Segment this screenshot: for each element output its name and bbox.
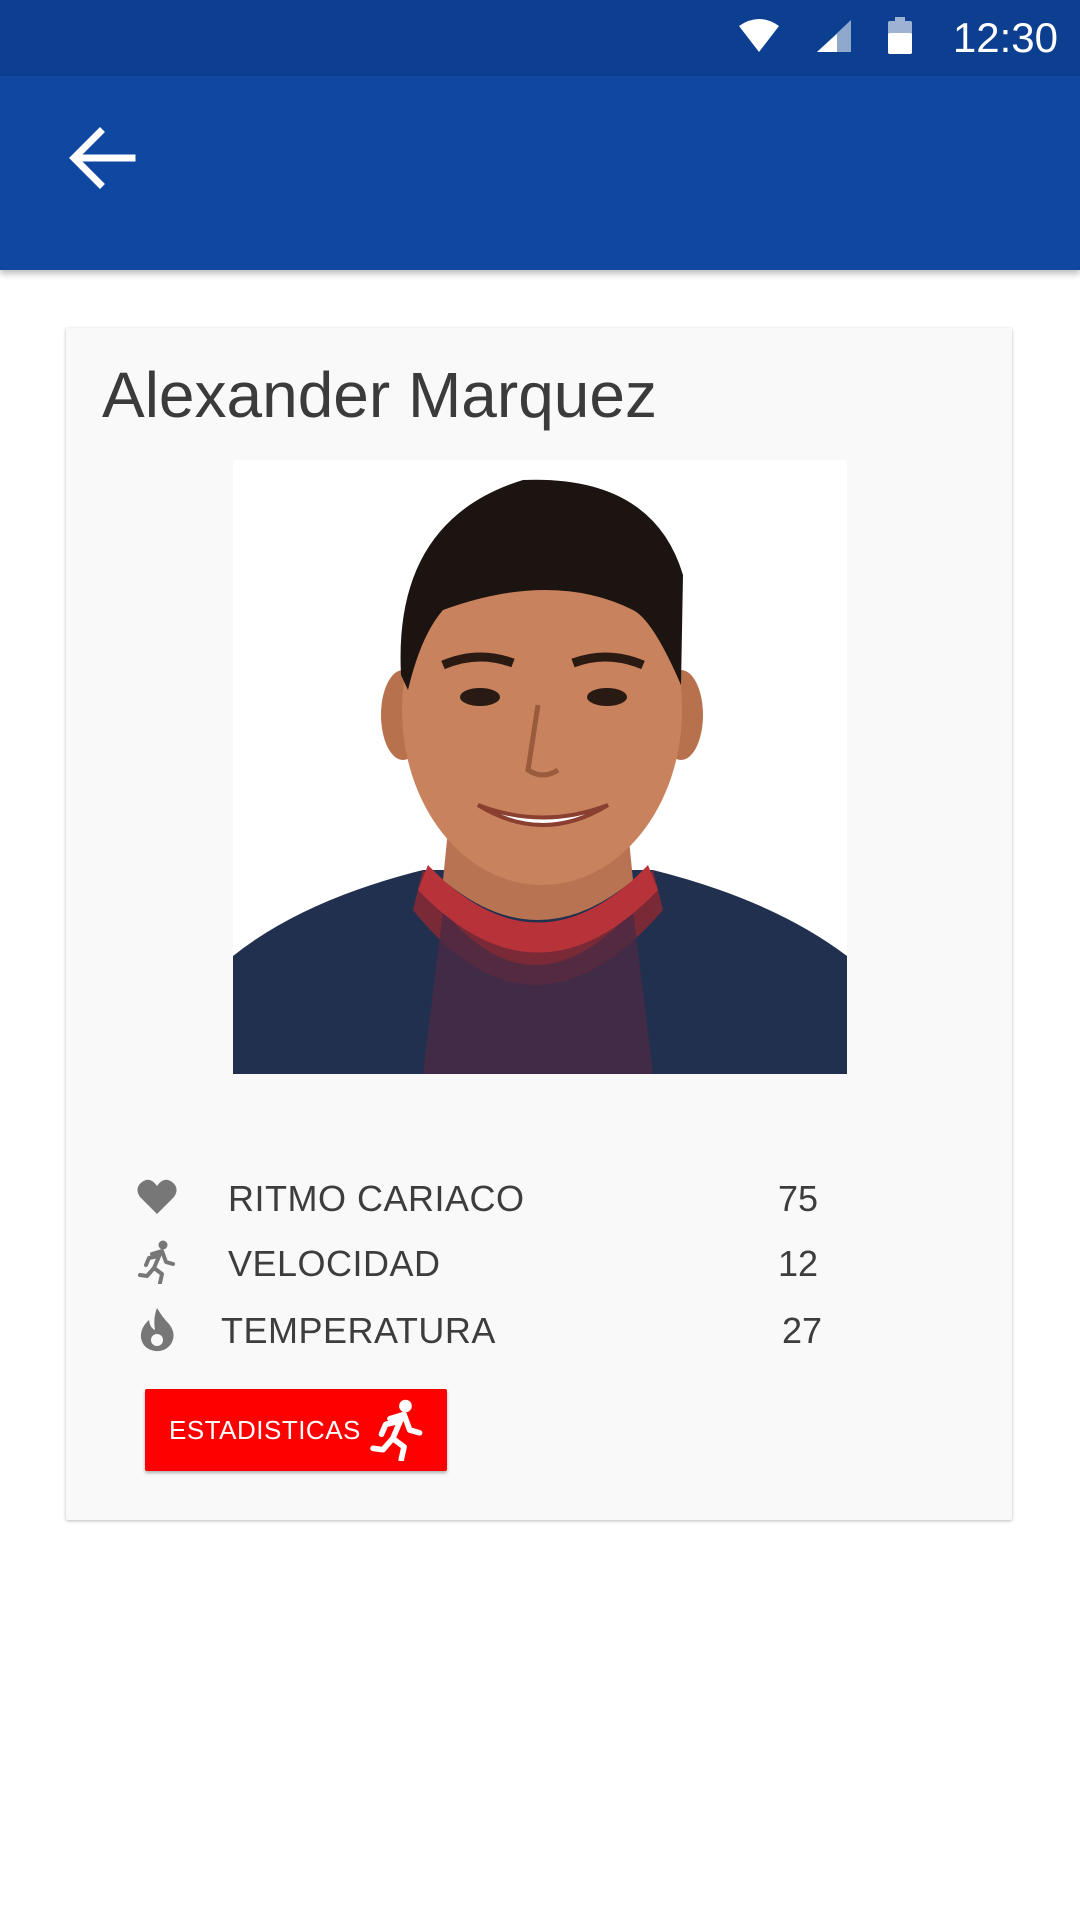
run-icon (369, 1399, 425, 1463)
status-icons: 12:30 (737, 0, 1058, 76)
stat-value: 12 (778, 1243, 819, 1284)
stat-row-speed: VELOCIDAD 12 (66, 1233, 1012, 1293)
app-bar (0, 76, 1080, 270)
status-bar: 12:30 (0, 0, 1080, 76)
stat-value: 27 (782, 1310, 823, 1351)
heart-icon (134, 1174, 180, 1220)
player-photo (233, 460, 847, 1074)
wifi-icon (737, 18, 781, 59)
stat-label: TEMPERATURA (221, 1310, 496, 1351)
stat-value: 75 (778, 1178, 819, 1219)
fire-icon (134, 1306, 180, 1352)
battery-icon (887, 16, 913, 60)
stat-label: RITMO CARIACO (228, 1178, 525, 1219)
player-name: Alexander Marquez (102, 359, 657, 431)
stat-row-temperature: TEMPERATURA 27 (66, 1300, 1012, 1360)
run-icon (134, 1239, 180, 1285)
status-time: 12:30 (952, 14, 1058, 61)
statistics-button-label: ESTADISTICAS (169, 1414, 361, 1445)
signal-icon (815, 18, 853, 59)
statistics-button[interactable]: ESTADISTICAS (145, 1389, 447, 1471)
arrow-back-icon (66, 122, 138, 199)
player-card: Alexander Marquez RITMO CARIACO 75 VELOC… (66, 328, 1012, 1520)
back-button[interactable] (56, 114, 148, 206)
stat-row-heart-rate: RITMO CARIACO 75 (66, 1168, 1012, 1228)
stat-label: VELOCIDAD (228, 1243, 441, 1284)
